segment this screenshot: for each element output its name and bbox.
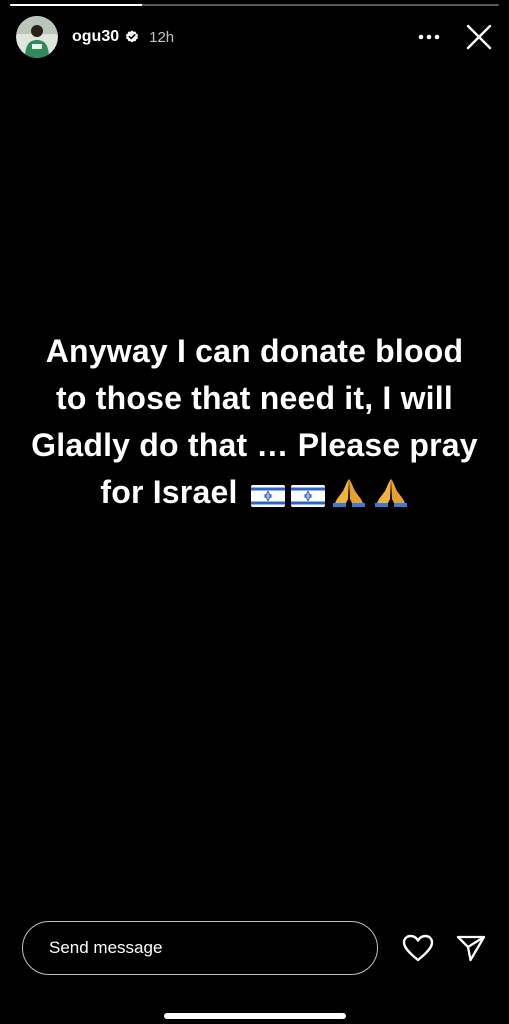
story-progress-fill (10, 4, 143, 6)
avatar[interactable] (16, 16, 58, 58)
home-indicator[interactable] (164, 1013, 346, 1019)
story-emojis (250, 473, 409, 520)
israel-flag-icon (290, 473, 325, 520)
folded-hands-icon (373, 473, 409, 520)
israel-flag-icon (250, 473, 285, 520)
story-timestamp: 12h (149, 28, 175, 46)
close-button[interactable] (459, 17, 499, 57)
heart-icon (402, 934, 433, 962)
send-icon (457, 935, 486, 962)
more-options-button[interactable] (409, 17, 449, 57)
more-horizontal-icon (418, 34, 440, 40)
username[interactable]: ogu30 (72, 28, 119, 46)
story-progress-bar (10, 4, 499, 6)
send-message-input[interactable] (22, 921, 378, 975)
share-button[interactable] (454, 930, 490, 966)
story-text-overlay: Anyway I can donate blood to those that … (30, 328, 479, 520)
story-footer (22, 920, 489, 976)
story-header: ogu30 12h (16, 16, 499, 58)
verified-badge-icon (125, 30, 139, 44)
close-icon (466, 24, 492, 50)
like-button[interactable] (400, 930, 436, 966)
folded-hands-icon (331, 473, 367, 520)
